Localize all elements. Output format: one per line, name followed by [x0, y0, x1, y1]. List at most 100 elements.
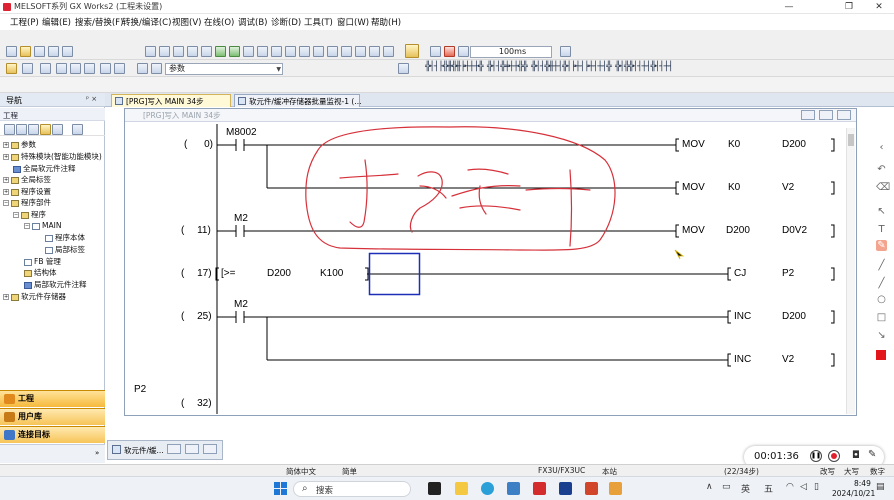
monitor-icon: [112, 445, 121, 454]
highlighter-icon[interactable]: ╱: [876, 260, 887, 271]
camera-icon[interactable]: ◘: [852, 450, 860, 461]
arrow-icon[interactable]: ↘: [876, 330, 887, 341]
instruction-bracket: [727, 267, 731, 281]
windows-start-icon[interactable]: [274, 482, 287, 495]
circle-icon[interactable]: ○: [876, 294, 887, 305]
instruction-op[interactable]: MOV: [682, 182, 705, 193]
stop-record-icon[interactable]: [828, 450, 840, 462]
camera-app-icon[interactable]: [507, 482, 520, 495]
compare-operand-b[interactable]: K100: [320, 268, 343, 279]
speaker-icon[interactable]: ◁: [800, 482, 807, 492]
chevron-up-icon[interactable]: ∧: [706, 482, 713, 492]
dock-close-button[interactable]: [203, 444, 217, 454]
instruction-arg[interactable]: D200: [782, 311, 806, 322]
instruction-bracket: [727, 310, 731, 324]
annotation-toolbar: ‹ ↶ ⌫ ↖ T ✎ ╱ ╱ ○ □ ↘: [870, 130, 894, 370]
step-number: ( 11): [181, 225, 211, 236]
taskbar: ⌕ 搜索 ∧ ▭ 英 五 ◠ ◁ ▯ 8:49 2024/10/21 ▤: [0, 476, 894, 500]
step-number: ( 32): [181, 398, 212, 409]
line-icon[interactable]: ╱: [876, 278, 887, 289]
annotation-stroke: [451, 185, 521, 197]
rectangle-icon[interactable]: □: [876, 312, 887, 323]
instruction-arg[interactable]: D200: [782, 139, 806, 150]
dock-restore-button[interactable]: [185, 444, 199, 454]
file-explorer-icon[interactable]: [455, 482, 468, 495]
contact-label-m8002[interactable]: M8002: [226, 127, 257, 138]
powerpoint-icon[interactable]: [585, 482, 598, 495]
instruction-bracket: [831, 310, 835, 324]
recording-time: 00:01:36: [754, 451, 799, 462]
instruction-op[interactable]: INC: [734, 311, 751, 322]
taskbar-search-text: 搜索: [316, 486, 334, 496]
instruction-arg[interactable]: P2: [782, 268, 794, 279]
contact-label-m2[interactable]: M2: [234, 213, 248, 224]
step-value: 0: [204, 139, 210, 150]
pause-icon[interactable]: ❚❚: [810, 450, 822, 462]
wifi-icon[interactable]: ◠: [786, 482, 794, 492]
undo-icon[interactable]: ↶: [876, 164, 887, 175]
record-dot: [831, 453, 837, 459]
status-bar: 简体中文 简单 FX3U/FX3UC 本站 (22/34步) 改写 大写 数字: [0, 464, 894, 476]
power-icon[interactable]: ▯: [814, 482, 819, 492]
instruction-arg[interactable]: V2: [782, 354, 794, 365]
instruction-arg[interactable]: V2: [782, 182, 794, 193]
instruction-op[interactable]: MOV: [682, 139, 705, 150]
step-value: 25: [197, 311, 209, 322]
taskbar-search-box[interactable]: ⌕ 搜索: [293, 481, 411, 497]
annotation-stroke: [459, 205, 521, 211]
docked-window-label: 软元件/缓...: [124, 446, 164, 455]
instruction-op[interactable]: CJ: [734, 268, 746, 279]
task-view-icon[interactable]: [428, 482, 441, 495]
instruction-arg[interactable]: D0V2: [782, 225, 807, 236]
annotation-stroke: [525, 187, 591, 191]
ime-mode-indicator[interactable]: 五: [764, 482, 773, 495]
step-value: 11: [197, 225, 208, 236]
dock-minimize-button[interactable]: [167, 444, 181, 454]
instruction-bracket: [831, 181, 835, 195]
instruction-arg[interactable]: D200: [726, 225, 750, 236]
annotation-stroke: [339, 173, 399, 179]
battery-icon[interactable]: ▭: [722, 482, 731, 492]
edge-icon[interactable]: [481, 482, 494, 495]
collapse-toolbar-icon[interactable]: ‹: [876, 142, 887, 153]
pen-icon[interactable]: ✎: [876, 240, 887, 251]
instruction-bracket: [831, 353, 835, 367]
ladder-diagram: [215, 124, 835, 414]
status-cpu: FX3U/FX3UC: [538, 466, 586, 475]
instruction-op[interactable]: INC: [734, 354, 751, 365]
step-value: 32: [197, 398, 209, 409]
instruction-arg[interactable]: K0: [728, 139, 740, 150]
instruction-bracket: [675, 224, 679, 238]
pointer-icon[interactable]: ↖: [876, 206, 887, 217]
docked-window-controls: [163, 444, 219, 456]
eraser-icon[interactable]: ⌫: [876, 182, 890, 193]
compare-operand-a[interactable]: D200: [267, 268, 291, 279]
recorder-app-icon[interactable]: [609, 482, 622, 495]
step-number: ( 17): [181, 268, 212, 279]
instruction-arg[interactable]: K0: [728, 182, 740, 193]
instruction-bracket: [727, 353, 731, 367]
instruction-bracket: [675, 181, 679, 195]
clock-time[interactable]: 8:49: [854, 479, 871, 488]
pen-icon[interactable]: ✎: [868, 449, 876, 460]
ime-indicator[interactable]: 英: [741, 482, 750, 495]
pointer-label-p2[interactable]: P2: [134, 384, 146, 395]
step-number: ( 25): [181, 311, 212, 322]
annotation-stroke: [478, 185, 487, 215]
clock-date[interactable]: 2024/10/21: [832, 489, 875, 498]
instruction-bracket: [831, 267, 835, 281]
compare-operator[interactable]: [>=: [221, 268, 235, 279]
color-swatch[interactable]: [876, 350, 886, 360]
annotation-stroke: [349, 159, 368, 228]
instruction-op[interactable]: MOV: [682, 225, 705, 236]
notification-icon[interactable]: ▤: [876, 482, 885, 492]
screen-app-icon[interactable]: [559, 482, 572, 495]
contact-label-m2[interactable]: M2: [234, 299, 248, 310]
text-icon[interactable]: T: [876, 224, 887, 235]
instruction-bracket: [831, 224, 835, 238]
cursor-pointer-icon: [674, 249, 685, 260]
step-value: 17: [197, 268, 209, 279]
melsoft-taskbar-icon[interactable]: [533, 482, 546, 495]
annotation-stroke: [409, 171, 443, 233]
search-icon: ⌕: [302, 483, 308, 494]
